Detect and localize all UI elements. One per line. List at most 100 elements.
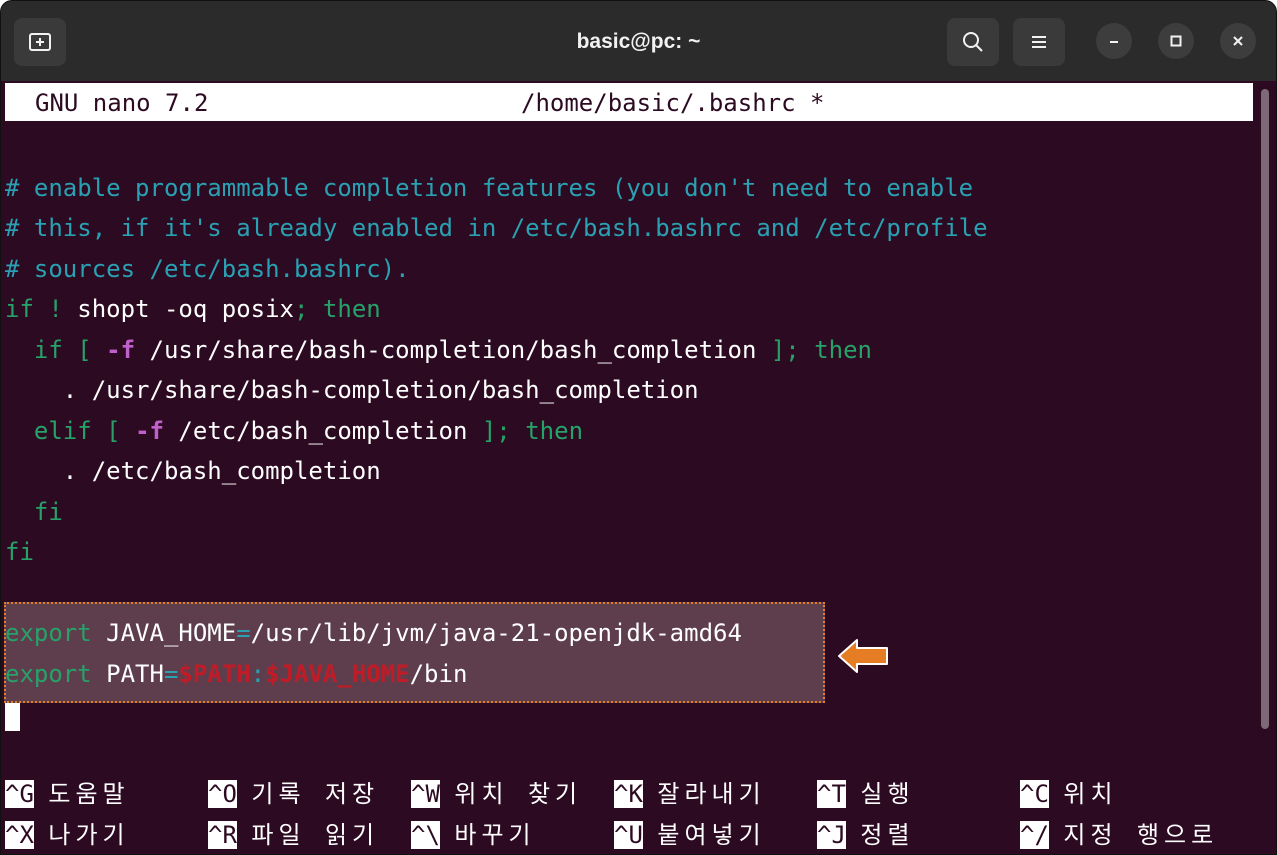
shortcut-label: 위치 찾기: [454, 780, 583, 808]
bracket: [: [91, 417, 136, 445]
code-line-10: fi: [5, 538, 34, 566]
close-button[interactable]: [1220, 23, 1256, 59]
code-line-1: # enable programmable completion feature…: [5, 174, 974, 202]
operator: !: [33, 295, 78, 323]
command: shopt -oq posix: [77, 295, 295, 323]
bracket: ];: [481, 417, 511, 445]
shortcut-key: ^X: [5, 821, 34, 849]
shortcut-exit[interactable]: ^X 나가기: [5, 820, 130, 850]
shortcut-replace[interactable]: ^\ 바꾸기: [411, 820, 536, 850]
left-arrow-icon: [838, 639, 888, 673]
keyword: then: [308, 295, 381, 323]
shortcut-label: 도움말: [48, 780, 130, 808]
export-java-home-line: export JAVA_HOME=/usr/lib/jvm/java-21-op…: [5, 618, 742, 658]
variable-name: JAVA_HOME: [91, 619, 237, 647]
value: /usr/lib/jvm/java-21-openjdk-amd64: [250, 619, 742, 647]
shortcut-key: ^W: [411, 780, 440, 808]
shortcut-label: 나가기: [48, 821, 130, 849]
maximize-button[interactable]: [1158, 23, 1194, 59]
search-icon: [963, 32, 983, 52]
code-line-2: # this, if it's already enabled in /etc/…: [5, 214, 988, 242]
variable-ref: $JAVA_HOME: [265, 660, 410, 688]
shortcut-key: ^\: [411, 821, 440, 849]
keyword: if: [5, 295, 34, 323]
shortcut-key: ^R: [208, 821, 237, 849]
nano-filename: /home/basic/.bashrc *: [521, 89, 825, 117]
bracket: [: [62, 336, 107, 364]
window-title: basic@pc: ~: [576, 30, 701, 53]
shortcut-label: 바꾸기: [454, 821, 536, 849]
shortcut-label: 정렬: [860, 821, 915, 849]
equals: =: [236, 619, 251, 647]
variable-ref: $PATH: [178, 660, 251, 688]
path: /etc/bash_completion: [163, 417, 482, 445]
code-line-7: elif [ -f /etc/bash_completion ]; then: [5, 416, 583, 456]
shortcut-key: ^T: [817, 780, 846, 808]
shortcut-key: ^G: [5, 780, 34, 808]
keyword: export: [5, 660, 92, 688]
semicolon: ;: [294, 295, 309, 323]
shortcut-paste[interactable]: ^U 붙여넣기: [614, 820, 766, 850]
shortcut-label: 지정 행으로: [1063, 821, 1219, 849]
shortcut-key: ^U: [614, 821, 643, 849]
new-tab-icon: [29, 33, 51, 51]
nano-header-bar: GNU nano 7.2 /home/basic/.bashrc *: [5, 83, 1253, 121]
colon: :: [250, 660, 266, 688]
shortcut-where-is[interactable]: ^W 위치 찾기: [411, 779, 582, 809]
code-line-6: . /usr/share/bash-completion/bash_comple…: [5, 376, 699, 404]
menu-button[interactable]: [1013, 18, 1065, 66]
text-cursor: [5, 703, 20, 731]
terminal-window: basic@pc: ~ GNU nano 7.2 /home/basic/.ba…: [0, 0, 1277, 855]
menu-icon: [1032, 36, 1046, 48]
close-icon: [1233, 36, 1243, 46]
keyword: then: [799, 336, 872, 364]
keyword: then: [510, 417, 584, 445]
shortcut-help[interactable]: ^G 도움말: [5, 779, 130, 809]
minimize-button[interactable]: [1096, 23, 1132, 59]
value: /bin: [409, 660, 468, 688]
shortcut-key: ^C: [1020, 780, 1049, 808]
scrollbar-thumb[interactable]: [1261, 89, 1269, 729]
path: /usr/share/bash-completion/bash_completi…: [135, 336, 771, 364]
code-line-4: if ! shopt -oq posix; then: [5, 294, 381, 334]
shortcut-key: ^J: [817, 821, 846, 849]
code-line-3: # sources /etc/bash.bashrc).: [5, 255, 410, 283]
equals: =: [163, 660, 179, 688]
shortcut-cut[interactable]: ^K 잘라내기: [614, 779, 766, 809]
shortcut-read-file[interactable]: ^R 파일 읽기: [208, 820, 379, 850]
shortcut-location[interactable]: ^C 위치: [1020, 779, 1118, 809]
flag: -f: [135, 417, 164, 445]
keyword: if: [33, 336, 63, 364]
code-line-9: fi: [5, 498, 63, 526]
shortcut-key: ^K: [614, 780, 643, 808]
shortcut-label: 기록 저장: [251, 780, 380, 808]
export-path-line: export PATH=$PATH:$JAVA_HOME/bin: [5, 659, 467, 699]
terminal-area[interactable]: GNU nano 7.2 /home/basic/.bashrc * # ena…: [1, 81, 1255, 854]
shortcut-label: 파일 읽기: [251, 821, 380, 849]
variable-name: PATH: [91, 660, 164, 688]
shortcut-label: 붙여넣기: [657, 821, 766, 849]
shortcut-justify[interactable]: ^J 정렬: [817, 820, 915, 850]
shortcut-label: 잘라내기: [657, 780, 766, 808]
keyword: export: [5, 619, 92, 647]
code-line-5: if [ -f /usr/share/bash-completion/bash_…: [5, 335, 872, 375]
flag: -f: [106, 336, 136, 364]
shortcut-label: 실행: [860, 780, 915, 808]
maximize-icon: [1170, 35, 1182, 47]
shortcut-label: 위치: [1063, 780, 1118, 808]
shortcut-go-to-line[interactable]: ^/ 지정 행으로: [1020, 820, 1218, 850]
bracket: ];: [770, 336, 800, 364]
shortcut-execute[interactable]: ^T 실행: [817, 779, 915, 809]
keyword: elif: [33, 417, 92, 445]
code-line-8: . /etc/bash_completion: [5, 457, 381, 485]
minimize-icon: [1110, 41, 1118, 43]
shortcut-key: ^/: [1020, 821, 1049, 849]
search-button[interactable]: [947, 18, 999, 66]
shortcut-write-out[interactable]: ^O 기록 저장: [208, 779, 379, 809]
nano-version: GNU nano 7.2: [35, 89, 209, 117]
new-tab-button[interactable]: [14, 18, 66, 66]
title-bar: basic@pc: ~: [1, 1, 1276, 81]
shortcut-key: ^O: [208, 780, 237, 808]
